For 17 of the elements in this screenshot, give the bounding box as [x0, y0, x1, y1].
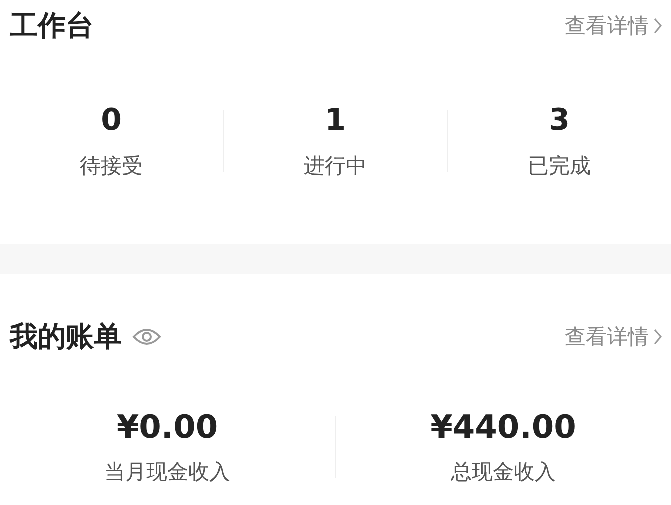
- stat-value: 1: [325, 102, 346, 138]
- section-title: 我的账单: [10, 318, 122, 354]
- stat-value: 0: [101, 102, 122, 138]
- view-details-link[interactable]: 查看详情: [565, 12, 663, 40]
- stat-label: 已完成: [528, 152, 591, 180]
- chevron-right-icon: [653, 17, 663, 35]
- view-details-link[interactable]: 查看详情: [565, 322, 663, 350]
- chevron-right-icon: [653, 328, 663, 346]
- stat-value: 3: [549, 102, 570, 138]
- stat-value: ¥0.00: [116, 408, 218, 446]
- stat-label: 进行中: [304, 152, 367, 180]
- stat-label: 当月现金收入: [104, 459, 230, 486]
- section-title: 工作台: [10, 8, 94, 44]
- stat-label: 总现金收入: [451, 459, 556, 486]
- stat-value: ¥440.00: [430, 408, 576, 446]
- stat-label: 待接受: [80, 152, 143, 180]
- eye-icon[interactable]: [132, 326, 162, 346]
